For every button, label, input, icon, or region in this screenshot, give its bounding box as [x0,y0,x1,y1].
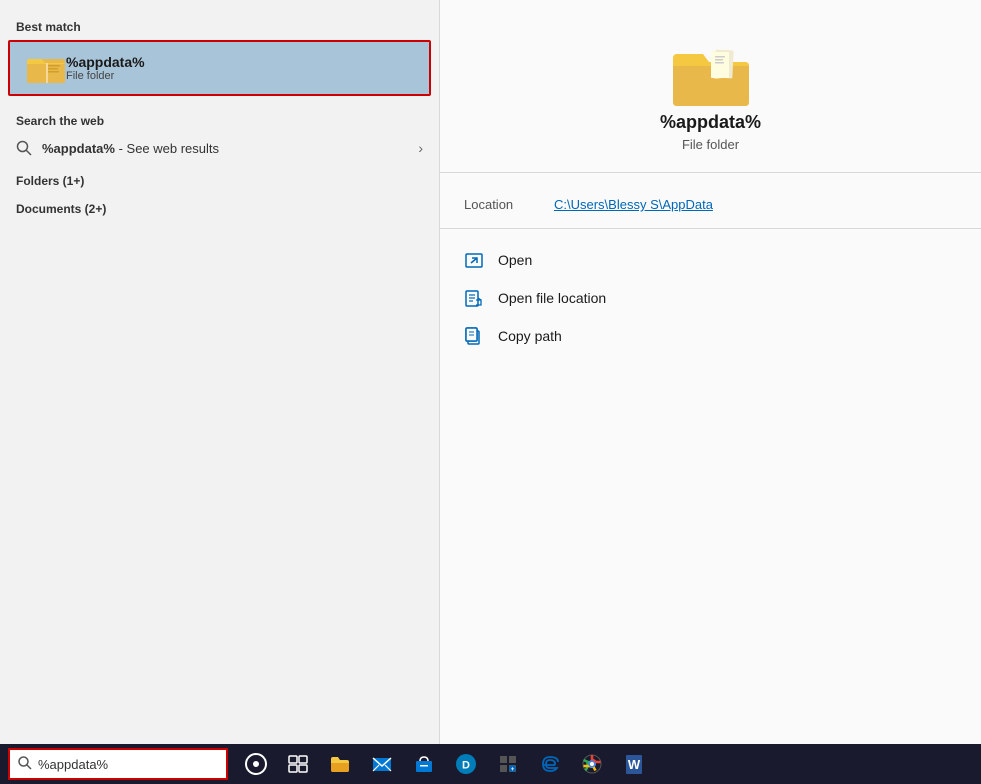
divider-bottom [440,228,981,229]
folder-icon-small [26,50,66,86]
copy-path-label: Copy path [498,328,562,344]
svg-text:W: W [628,757,641,772]
location-label: Location [464,197,554,212]
best-match-name: %appdata% [66,54,145,70]
best-match-type: File folder [66,70,145,82]
taskbar-search-text: %appdata% [38,757,108,772]
open-label: Open [498,252,532,268]
web-search-arrow: › [418,140,423,156]
copy-path-icon [464,326,484,346]
myapps-icon[interactable]: + [488,744,528,784]
file-location-icon [464,288,484,308]
web-search-suffix: - See web results [115,141,219,156]
open-file-location-label: Open file location [498,290,606,306]
right-panel: %appdata% File folder Location C:\Users\… [440,0,981,744]
dell-icon[interactable]: D [446,744,486,784]
folder-icon-large [671,40,751,112]
web-search-label: Search the web [0,106,439,132]
edge-icon[interactable] [530,744,570,784]
store-icon[interactable] [404,744,444,784]
folders-label: Folders (1+) [0,164,439,192]
web-search-section: Search the web %appdata% - See web resul… [0,106,439,164]
svg-text:+: + [511,767,515,773]
open-action[interactable]: Open [440,241,981,279]
right-folder-type: File folder [682,137,739,152]
best-match-item[interactable]: %appdata% File folder [8,40,431,96]
best-match-label: Best match [0,12,439,38]
open-icon [464,250,484,270]
mail-icon[interactable] [362,744,402,784]
divider-top [440,172,981,173]
web-search-query: %appdata% [42,141,115,156]
open-file-location-action[interactable]: Open file location [440,279,981,317]
taskbar-search-icon [18,756,32,773]
location-row: Location C:\Users\Blessy S\AppData [440,189,981,220]
documents-label: Documents (2+) [0,192,439,220]
chrome-icon[interactable] [572,744,612,784]
word-icon[interactable]: W [614,744,654,784]
web-search-item[interactable]: %appdata% - See web results › [0,132,439,164]
svg-text:D: D [462,760,470,772]
best-match-text: %appdata% File folder [66,54,145,82]
cortana-icon[interactable] [236,744,276,784]
taskbar-search-box[interactable]: %appdata% [8,748,228,780]
taskbar: %appdata% [0,744,981,784]
task-view-icon[interactable] [278,744,318,784]
location-value[interactable]: C:\Users\Blessy S\AppData [554,197,713,212]
search-icon [16,140,32,156]
right-folder-name: %appdata% [660,112,761,133]
web-search-text: %appdata% - See web results [42,141,418,156]
taskbar-icons: D + [236,744,654,784]
copy-path-action[interactable]: Copy path [440,317,981,355]
start-menu: Best match %appdata% File folder Se [0,0,981,744]
left-panel: Best match %appdata% File folder Se [0,0,440,744]
file-explorer-icon[interactable] [320,744,360,784]
